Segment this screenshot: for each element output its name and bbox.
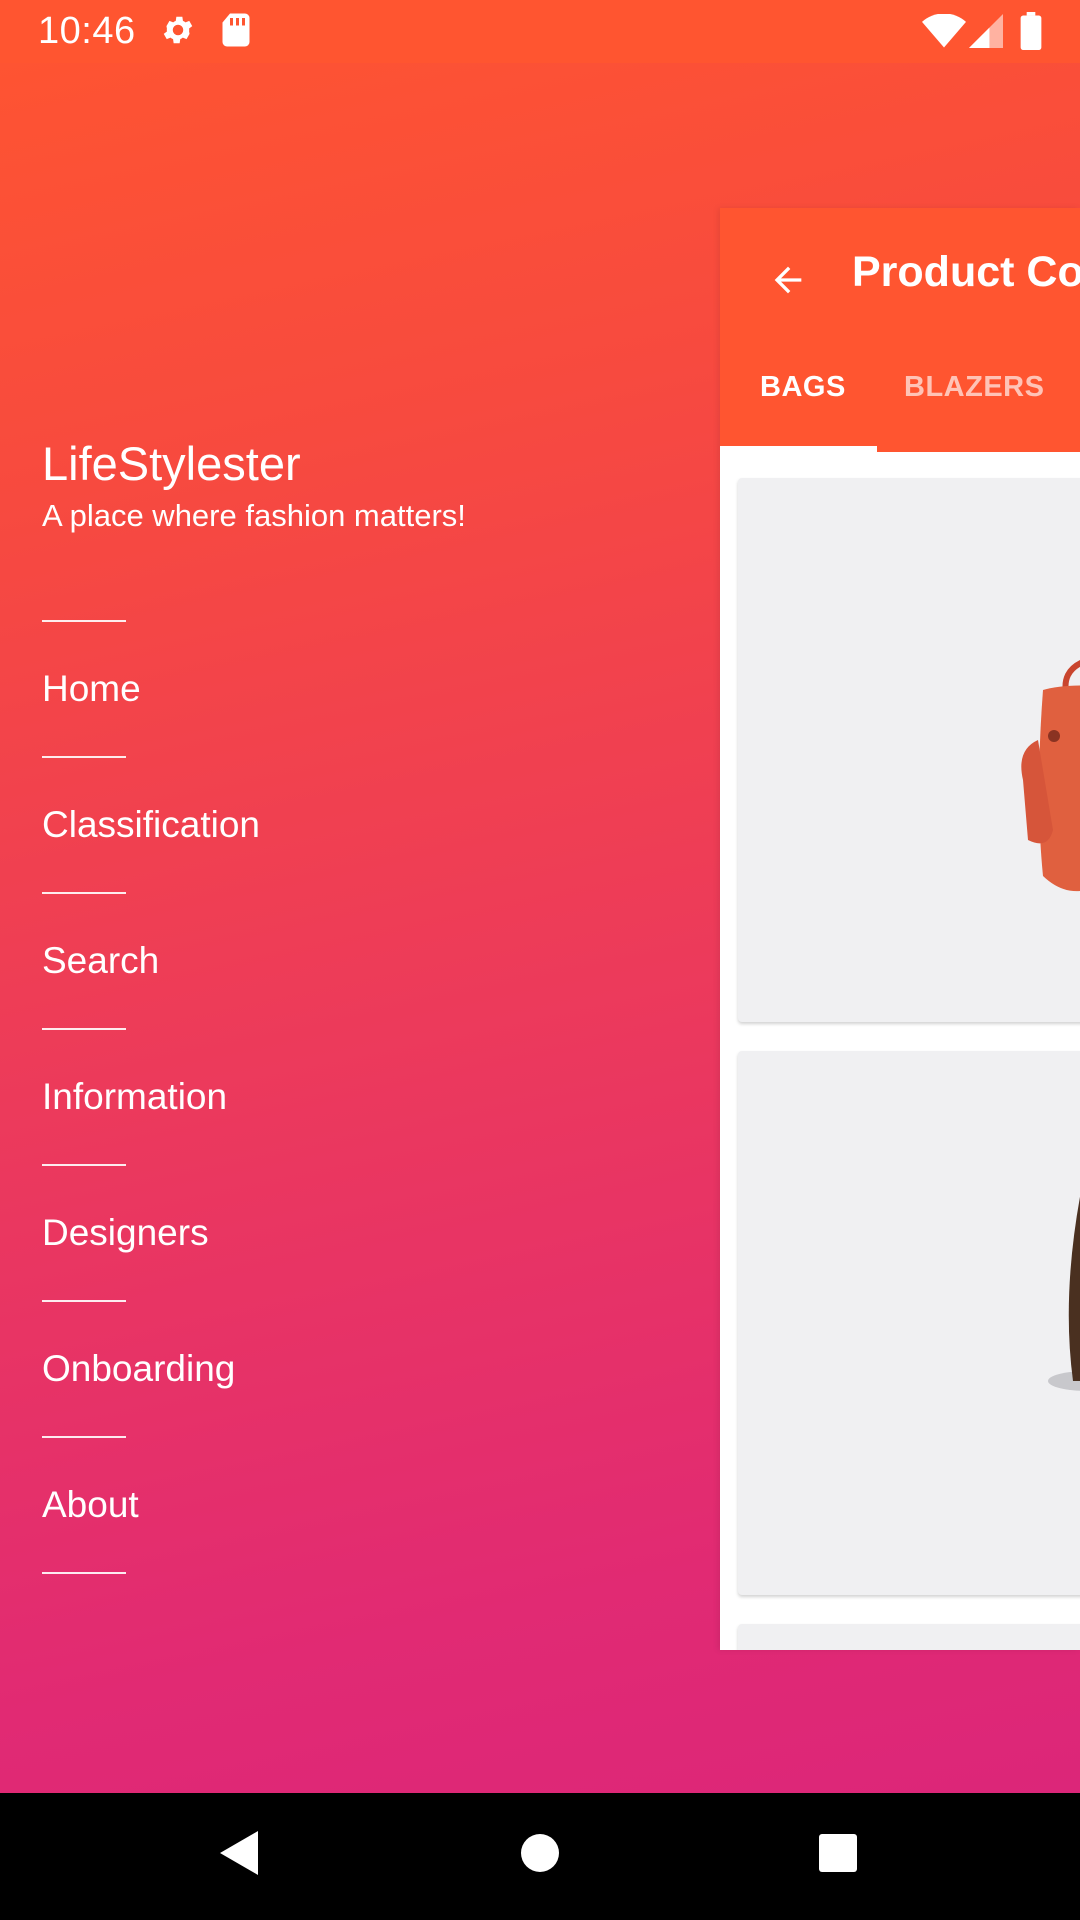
menu-item-classification[interactable]: Classification xyxy=(42,758,260,892)
menu-item-label: Search xyxy=(42,940,160,981)
drawer-app-name: LifeStylester xyxy=(42,437,301,490)
system-nav-bar xyxy=(0,1793,1080,1920)
menu-item-label: Designers xyxy=(42,1212,209,1253)
back-icon[interactable] xyxy=(218,1828,260,1883)
navigation-drawer: LifeStylester A place where fashion matt… xyxy=(0,63,591,1793)
menu-item-label: About xyxy=(42,1484,139,1525)
orange-bag-image xyxy=(1021,660,1080,892)
back-arrow-button[interactable] xyxy=(756,248,820,312)
recents-icon[interactable] xyxy=(818,1833,858,1878)
status-bar: 10:46 xyxy=(0,0,1080,63)
menu-item-label: Onboarding xyxy=(42,1348,236,1389)
product-card[interactable] xyxy=(738,1624,1080,1650)
arrow-left-icon xyxy=(774,266,802,294)
menu-item-label: Classification xyxy=(42,804,260,845)
app-bar: Product Col BAGS BLAZERS xyxy=(720,208,1080,452)
menu-item-home[interactable]: Home xyxy=(42,622,260,756)
page-title: Product Col xyxy=(852,248,1080,296)
tab-blazers[interactable]: BLAZERS xyxy=(904,371,1044,404)
gear-icon xyxy=(160,12,196,53)
battery-icon xyxy=(1020,12,1042,55)
menu-item-label: Home xyxy=(42,668,141,709)
tab-indicator xyxy=(720,446,877,452)
cell-signal-icon xyxy=(968,14,1004,53)
drawer-tagline: A place where fashion matters! xyxy=(42,498,466,533)
menu-item-designers[interactable]: Designers xyxy=(42,1166,260,1300)
status-time: 10:46 xyxy=(38,10,136,52)
screen: 10:46 LifeStylester A place where fashio… xyxy=(0,0,1080,1793)
main-content-panel[interactable]: Product Col BAGS BLAZERS xyxy=(720,208,1080,1650)
brown-monogram-bag-image xyxy=(1048,1196,1080,1391)
home-icon[interactable] xyxy=(520,1833,560,1878)
product-card[interactable] xyxy=(738,1051,1080,1595)
menu-item-information[interactable]: Information xyxy=(42,1030,260,1164)
product-card[interactable] xyxy=(738,478,1080,1022)
menu-item-about[interactable]: About xyxy=(42,1438,260,1572)
sd-card-icon xyxy=(220,12,252,53)
menu-item-onboarding[interactable]: Onboarding xyxy=(42,1302,260,1436)
tab-bags[interactable]: BAGS xyxy=(760,371,846,404)
drawer-menu: Home Classification Search Information D… xyxy=(42,620,260,1574)
wifi-icon xyxy=(922,13,966,53)
menu-item-search[interactable]: Search xyxy=(42,894,260,1028)
menu-divider xyxy=(42,1572,126,1574)
menu-item-label: Information xyxy=(42,1076,228,1117)
